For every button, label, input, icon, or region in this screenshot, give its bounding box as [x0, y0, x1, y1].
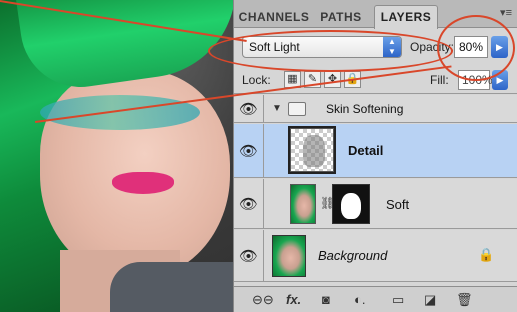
panel-bottom-bar: ⊖⊖ fx. ◙ ◐. ▭ ◪ 🗑	[234, 286, 517, 312]
eyeshadow	[40, 95, 200, 130]
tab-layers[interactable]: LAYERS	[374, 5, 438, 29]
layer-name: Soft	[386, 197, 410, 212]
fx-icon[interactable]: fx.	[286, 292, 301, 307]
photo-canvas	[0, 0, 233, 312]
highlight-circle-opacity	[437, 15, 515, 81]
link-layers-icon[interactable]: ⊖⊖	[252, 292, 274, 308]
tab-paths[interactable]: PATHS	[312, 6, 370, 28]
group-name: Skin Softening	[326, 102, 404, 116]
lock-icon: 🔒	[478, 247, 495, 262]
visibility-eye-icon[interactable]: 👁	[234, 230, 264, 281]
layer-name: Detail	[348, 143, 384, 158]
layer-soft[interactable]: 👁 ⛓ Soft	[234, 179, 517, 229]
trash-icon[interactable]: 🗑	[456, 292, 473, 308]
layer-thumbnail	[290, 184, 316, 224]
new-group-icon[interactable]: ▭	[392, 292, 404, 308]
lock-label: Lock:	[242, 73, 271, 87]
tab-channels[interactable]: CHANNELS	[238, 6, 310, 28]
fill-label: Fill:	[430, 73, 449, 87]
layer-background[interactable]: 👁 Background 🔒	[234, 230, 517, 282]
visibility-eye-icon[interactable]: 👁	[234, 124, 264, 177]
highlight-circle-blend-mode	[208, 30, 453, 72]
layer-group-skin-softening[interactable]: 👁 ▼ Skin Softening	[234, 95, 517, 123]
layer-mask-thumbnail[interactable]	[332, 184, 370, 224]
layer-detail[interactable]: 👁 Detail	[234, 124, 517, 178]
expand-triangle-icon[interactable]: ▼	[272, 103, 282, 114]
lips	[112, 172, 174, 194]
new-layer-icon[interactable]: ◪	[424, 292, 436, 308]
layer-name: Background	[318, 248, 388, 263]
panel-menu-icon[interactable]: ▾≡	[500, 6, 512, 19]
layer-thumbnail	[288, 126, 336, 174]
visibility-eye-icon[interactable]: 👁	[234, 95, 264, 122]
layer-thumbnail	[272, 235, 306, 277]
shirt	[110, 262, 233, 312]
adjustment-layer-icon[interactable]: ◐.	[354, 292, 365, 307]
folder-icon	[288, 102, 306, 116]
visibility-eye-icon[interactable]: 👁	[234, 179, 264, 228]
add-mask-icon[interactable]: ◙	[322, 292, 330, 307]
